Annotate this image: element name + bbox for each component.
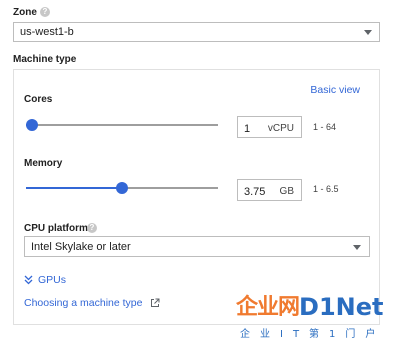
cores-slider[interactable]	[26, 118, 218, 132]
choosing-machine-type-link[interactable]: Choosing a machine type	[24, 296, 160, 310]
gpus-toggle[interactable]: GPUs	[24, 273, 66, 287]
open-in-new-icon	[150, 298, 159, 307]
zone-select-value: us-west1-b	[20, 26, 74, 38]
cores-input[interactable]: 1 vCPU	[237, 116, 302, 138]
cores-unit: vCPU	[267, 123, 294, 134]
zone-select[interactable]: us-west1-b	[13, 22, 380, 42]
machine-type-panel: Basic view Cores 1 vCPU 1 - 64 Memory 3.…	[13, 69, 380, 325]
watermark-logo: 企业网 D1Net	[236, 293, 399, 321]
cpu-platform-select[interactable]: Intel Skylake or later	[24, 236, 370, 257]
double-chevron-down-icon	[24, 275, 33, 285]
cpu-platform-label: CPU platform	[24, 223, 88, 234]
memory-range: 1 - 6.5	[313, 184, 339, 194]
gpus-link: GPUs	[38, 274, 67, 286]
cores-range: 1 - 64	[313, 122, 337, 132]
cores-slider-track	[26, 124, 218, 126]
memory-label: Memory	[24, 158, 63, 169]
cores-label: Cores	[24, 94, 53, 105]
chevron-down-icon	[364, 30, 372, 35]
memory-slider[interactable]	[26, 181, 218, 195]
memory-slider-thumb[interactable]	[116, 182, 128, 194]
memory-input[interactable]: 3.75 GB	[237, 179, 302, 201]
watermark-brand-cn: 企业网	[236, 295, 300, 320]
choosing-link-label: Choosing a machine type	[24, 297, 143, 309]
cpu-platform-help-icon[interactable]: ?	[87, 223, 97, 233]
basic-view-link[interactable]: Basic view	[310, 84, 360, 96]
memory-value: 3.75	[244, 186, 266, 198]
watermark-brand-en: D1Net	[299, 293, 384, 321]
machine-type-label: Machine type	[13, 54, 77, 65]
memory-unit: GB	[279, 186, 294, 197]
zone-help-icon[interactable]: ?	[40, 7, 50, 17]
cores-slider-thumb[interactable]	[26, 119, 38, 131]
chevron-down-icon	[353, 245, 361, 250]
cores-value: 1	[244, 123, 251, 135]
zone-label: Zone	[13, 7, 37, 18]
cpu-platform-value: Intel Skylake or later	[31, 240, 131, 253]
memory-slider-fill	[26, 187, 122, 189]
